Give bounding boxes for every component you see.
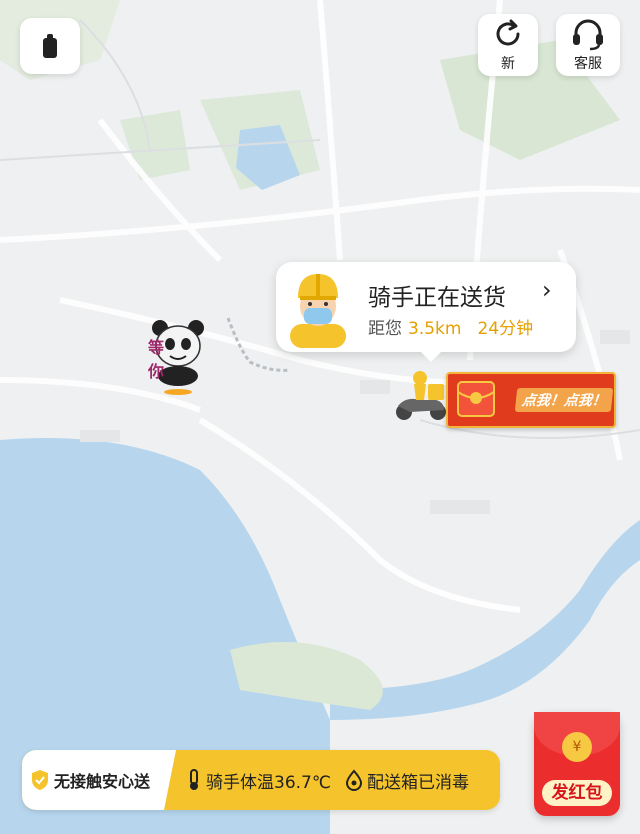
- send-red-packet-button[interactable]: ¥ 发红包: [534, 712, 620, 816]
- sticker-text-bottom: 你: [148, 362, 165, 381]
- bubble-tail: [420, 351, 442, 362]
- chevron-right-icon: ›: [542, 276, 552, 304]
- contactless-badge: 无接触安心送: [22, 750, 177, 810]
- distance-value: 3.5km: [408, 319, 462, 339]
- refresh-label: 新: [501, 56, 515, 72]
- contactless-label: 无接触安心送: [54, 772, 151, 791]
- red-envelope-icon: [457, 381, 495, 417]
- refresh-button[interactable]: 新: [478, 14, 538, 76]
- rider-status-card[interactable]: 骑手正在送货 › 距您 3.5km 24分钟: [276, 262, 576, 362]
- scooter-rider-icon: [396, 371, 446, 420]
- headset-icon: [573, 19, 603, 51]
- distance-prefix: 距您: [368, 319, 402, 339]
- rider-temperature-label: 骑手体温36.7℃: [206, 772, 331, 793]
- back-icon: [43, 34, 57, 58]
- rider-status-title: 骑手正在送货: [368, 285, 506, 311]
- rider-avatar-icon: [290, 274, 346, 348]
- disinfect-icon: [345, 769, 362, 791]
- rider-temperature: 骑手体温36.7℃: [186, 768, 331, 793]
- rider-distance-row: 距您 3.5km 24分钟: [368, 314, 533, 339]
- customer-service-button[interactable]: 客服: [556, 14, 620, 76]
- shield-icon: [32, 770, 48, 790]
- destination-sticker: 等 你: [146, 318, 210, 396]
- promo-text: 点我！点我！: [514, 388, 614, 412]
- safety-info-bar[interactable]: 无接触安心送 骑手体温36.7℃ 配送箱已消毒: [22, 750, 500, 810]
- customer-service-label: 客服: [574, 56, 602, 72]
- send-red-packet-label: 发红包: [542, 780, 612, 806]
- sticker-text-top: 等: [148, 338, 165, 357]
- coin-icon: ¥: [562, 732, 592, 762]
- box-disinfected-label: 配送箱已消毒: [366, 772, 469, 793]
- refresh-icon: [496, 19, 520, 46]
- back-button[interactable]: [20, 18, 80, 74]
- eta-value: 24分钟: [477, 319, 534, 339]
- thermometer-icon: [190, 769, 199, 790]
- box-disinfected: 配送箱已消毒: [345, 768, 469, 793]
- promo-banner[interactable]: 点我！点我！: [446, 372, 616, 428]
